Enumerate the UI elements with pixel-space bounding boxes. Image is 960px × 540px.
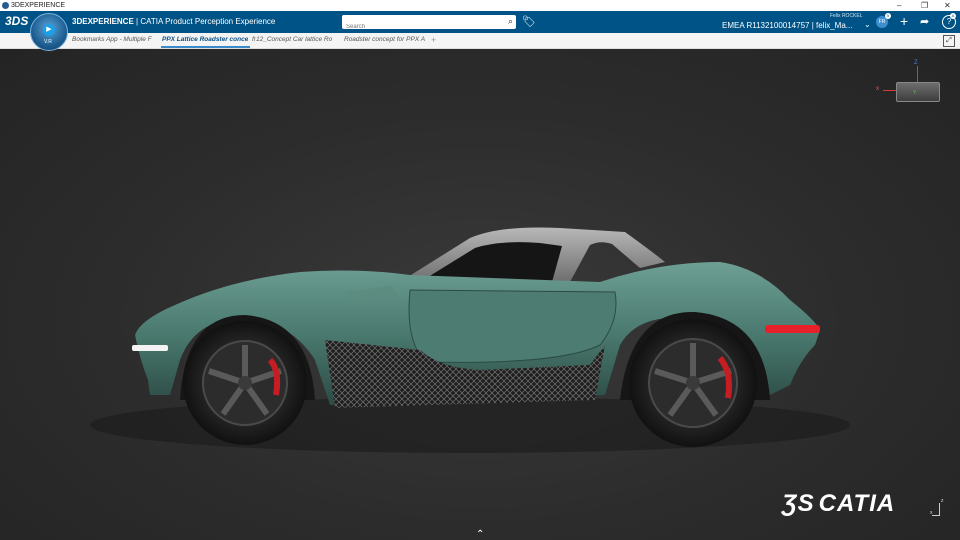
close-window-button[interactable]: ✕	[944, 0, 951, 11]
mini-z-label: z	[941, 498, 944, 504]
user-name: Felix ROCKEL	[830, 13, 863, 19]
restore-button[interactable]: ❐	[921, 0, 928, 11]
compass-widget[interactable]: ▶ V.R	[30, 13, 68, 51]
tenant-selector[interactable]: EMEA R1132100014757 | felix_Ma...	[722, 21, 852, 30]
z-axis-label: Z	[914, 60, 918, 66]
car-model[interactable]	[0, 49, 960, 540]
play-icon[interactable]: ▶	[43, 24, 55, 36]
app-icon	[2, 2, 9, 9]
tag-icon[interactable]: 🏷	[522, 15, 536, 28]
tab-bookmarks[interactable]: Bookmarks App - Multiple F	[72, 36, 158, 43]
chevron-down-icon[interactable]: ⌄	[864, 20, 871, 29]
ds-mark-icon: ƷS	[782, 490, 815, 517]
catia-wordmark: CATIA	[818, 490, 896, 517]
3d-viewport[interactable]	[0, 49, 960, 540]
headlight	[132, 345, 168, 351]
mini-x-label: x	[930, 510, 933, 516]
brand-app-name: Product Perception Experience	[165, 17, 276, 26]
add-icon[interactable]: +	[900, 13, 908, 29]
fullscreen-icon[interactable]: ⤢	[943, 35, 955, 47]
search-box[interactable]: ⌕	[342, 15, 516, 34]
tab-roadster-concept[interactable]: Roadster concept for PPX A	[344, 36, 430, 43]
window-title-bar: 3DEXPERIENCE – ❐ ✕	[0, 0, 960, 11]
tab-concept-car[interactable]: fr12_Concept Car lattice Ro	[252, 36, 338, 43]
rear-wheel	[629, 319, 757, 447]
brand-title: 3DEXPERIENCE | CATIA Product Perception …	[72, 17, 275, 26]
share-icon[interactable]: ➦	[920, 15, 929, 28]
x-axis-line	[883, 90, 896, 91]
taillight	[765, 325, 820, 333]
chevron-up-icon[interactable]: ⌃	[476, 529, 484, 540]
compass-label: V.R	[44, 39, 52, 45]
orientation-cube[interactable]	[896, 82, 940, 102]
search-input[interactable]	[342, 20, 496, 34]
mini-axis-triad: z x	[930, 498, 946, 518]
y-axis-label: Y	[913, 90, 917, 96]
add-tab-icon[interactable]: +	[431, 35, 436, 45]
help-badge: A	[950, 13, 956, 19]
ds-logo-icon[interactable]: 3DS	[5, 14, 28, 28]
window-title: 3DEXPERIENCE	[11, 2, 66, 9]
notification-badge: 5	[885, 13, 891, 19]
x-axis-label: x	[876, 86, 879, 92]
front-wheel	[183, 321, 307, 445]
brand-divider: | CATIA	[133, 17, 166, 26]
minimize-button[interactable]: –	[897, 0, 901, 11]
search-icon[interactable]: ⌕	[508, 16, 513, 27]
z-axis-line	[917, 66, 918, 82]
tab-ppx-lattice-roadster[interactable]: PPX Lattice Roadster conce	[162, 36, 248, 43]
catia-logo: ƷS CATIA	[782, 490, 895, 518]
brand-platform: 3DEXPERIENCE	[72, 17, 134, 26]
active-tab-indicator	[161, 46, 250, 48]
